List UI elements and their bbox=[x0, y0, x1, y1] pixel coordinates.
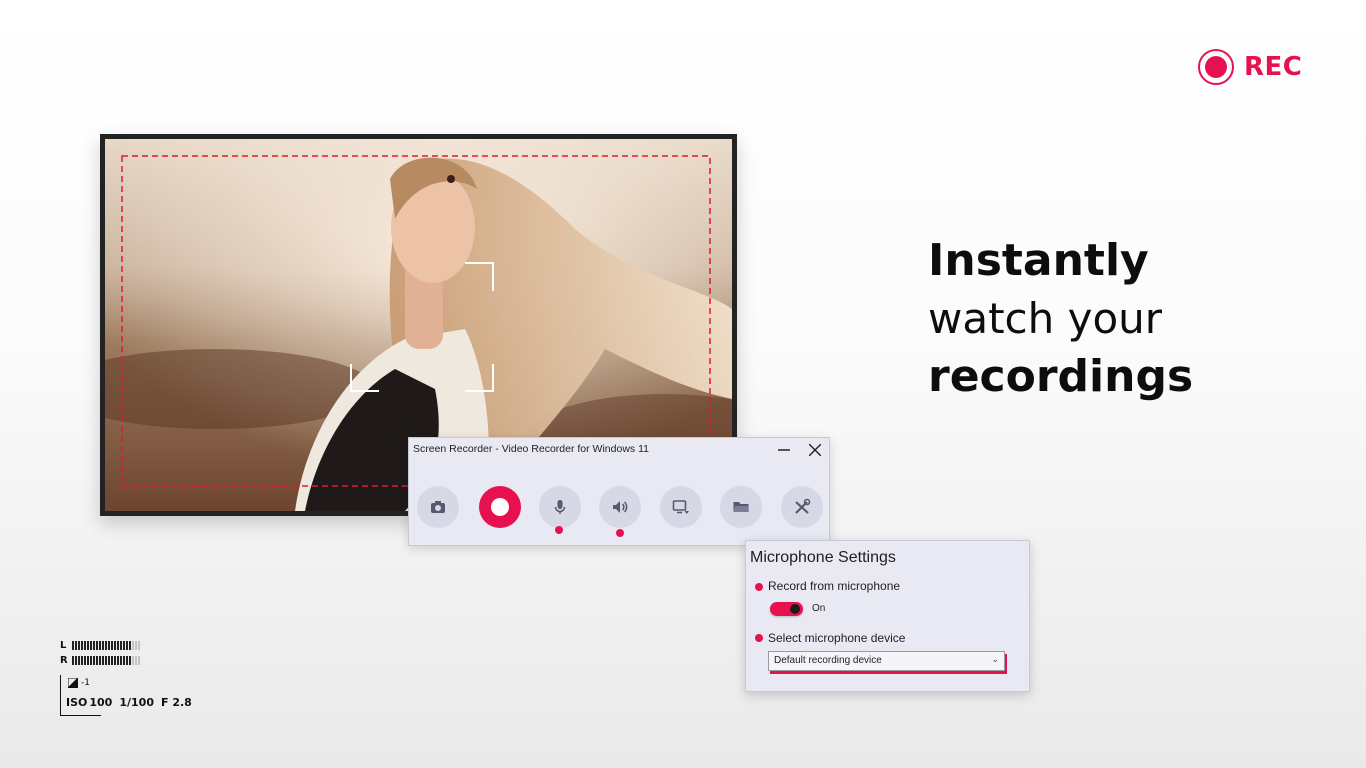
record-button[interactable] bbox=[479, 486, 521, 528]
select-device-label: Select microphone device bbox=[768, 631, 906, 645]
exposure-icon bbox=[68, 678, 78, 688]
folder-icon bbox=[733, 502, 749, 512]
selected-device: Default recording device bbox=[774, 655, 882, 666]
panel-title: Microphone Settings bbox=[750, 549, 896, 566]
iso-value: 100 bbox=[89, 696, 113, 709]
bullet-icon bbox=[755, 583, 763, 591]
audio-meter-left: L bbox=[60, 638, 140, 653]
minimize-button[interactable] bbox=[771, 439, 797, 461]
microphone-settings-panel: Microphone Settings Record from micropho… bbox=[745, 540, 1030, 692]
minimize-icon bbox=[778, 449, 790, 451]
settings-tools-button[interactable] bbox=[781, 486, 823, 528]
microphone-toggle[interactable] bbox=[770, 602, 803, 616]
camera-hud: L R -1 ISO 100 1/100 F 2.8 bbox=[60, 638, 192, 716]
headline-line-3: recordings bbox=[928, 351, 1194, 402]
record-icon bbox=[491, 498, 509, 516]
monitor-dropdown-icon bbox=[672, 500, 689, 514]
window-title: Screen Recorder - Video Recorder for Win… bbox=[413, 443, 649, 455]
screen-select-button[interactable] bbox=[660, 486, 702, 528]
record-from-microphone-label: Record from microphone bbox=[768, 579, 901, 593]
rec-badge: REC bbox=[1198, 49, 1302, 85]
system-audio-button[interactable] bbox=[599, 486, 641, 528]
exposure-compensation: -1 bbox=[68, 678, 90, 688]
camera-icon bbox=[431, 501, 445, 513]
exposure-value: -1 bbox=[81, 678, 90, 688]
speaker-active-indicator bbox=[616, 529, 624, 537]
iso-label: ISO bbox=[66, 696, 88, 709]
shutter-speed: 1/100 bbox=[119, 696, 154, 709]
right-channel-label: R bbox=[60, 655, 68, 666]
microphone-icon bbox=[554, 500, 566, 514]
microphone-active-indicator bbox=[555, 526, 563, 534]
record-indicator-icon bbox=[1198, 49, 1234, 85]
camera-parameters: ISO 100 1/100 F 2.8 bbox=[66, 696, 199, 709]
bullet-icon bbox=[755, 634, 763, 642]
screenshot-button[interactable] bbox=[417, 486, 459, 528]
close-button[interactable] bbox=[802, 439, 828, 461]
open-folder-button[interactable] bbox=[720, 486, 762, 528]
left-channel-label: L bbox=[60, 640, 67, 651]
tools-icon bbox=[795, 498, 811, 514]
microphone-button[interactable] bbox=[539, 486, 581, 528]
close-icon bbox=[809, 444, 821, 456]
headline-line-2: watch your bbox=[928, 294, 1163, 343]
chevron-down-icon: ⌄ bbox=[991, 654, 999, 664]
aperture: F 2.8 bbox=[160, 696, 192, 709]
screen-recorder-window: Screen Recorder - Video Recorder for Win… bbox=[408, 437, 830, 546]
headline: Instantly watch your recordings bbox=[928, 232, 1193, 406]
toggle-knob bbox=[790, 604, 800, 614]
toggle-state-label: On bbox=[812, 603, 826, 614]
level-bars bbox=[72, 656, 140, 665]
level-bars bbox=[72, 641, 140, 650]
speaker-icon bbox=[613, 501, 628, 513]
rec-label: REC bbox=[1244, 52, 1303, 82]
title-bar: Screen Recorder - Video Recorder for Win… bbox=[409, 438, 829, 462]
headline-line-1: Instantly bbox=[928, 235, 1149, 286]
audio-meter-right: R bbox=[60, 653, 140, 668]
microphone-device-select[interactable]: Default recording device ⌄ bbox=[768, 651, 1005, 671]
